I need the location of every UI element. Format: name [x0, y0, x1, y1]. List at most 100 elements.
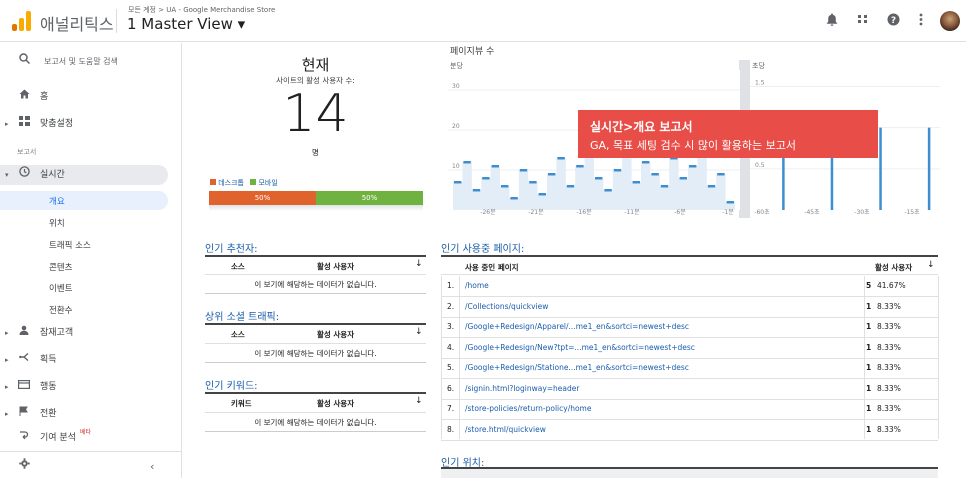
data-bar	[717, 173, 725, 176]
desktop-share-label: 50%	[254, 194, 271, 202]
flag-icon	[17, 404, 31, 424]
sidebar-item-locations[interactable]: 위치	[49, 217, 65, 229]
expand-arrow-icon: ▸	[5, 356, 9, 364]
x-tick-label: -11분	[624, 209, 640, 216]
active-user-count: 14	[282, 84, 349, 144]
callout-title: 실시간>개요 보고서	[590, 120, 693, 134]
col-header-active-users[interactable]: 활성 사용자	[317, 398, 354, 409]
sidebar-item-label: 획득	[40, 355, 57, 365]
mobile-legend-label: 모바일	[258, 179, 278, 187]
data-bar	[660, 185, 669, 188]
sidebar-search[interactable]: 보고서 및 도움말 검색	[0, 52, 182, 72]
sidebar-item-attribution[interactable]: 기여 분석 베타	[0, 428, 182, 448]
attribution-icon	[17, 428, 31, 448]
col-header-active-users[interactable]: 활성 사용자	[317, 329, 354, 340]
col-header-source[interactable]: 소스	[231, 261, 245, 272]
data-bar	[642, 161, 650, 164]
sidebar-item-acquisition[interactable]: ▸ 획득	[0, 350, 182, 370]
view-selector[interactable]: 1 Master View ▾	[127, 15, 245, 33]
data-bar	[927, 127, 931, 210]
page-link[interactable]: /store.html/quickview	[465, 420, 546, 440]
page-link[interactable]: /Google+Redesign/Apparel/...me1_en&sortc…	[465, 317, 689, 337]
x-tick-label: -1분	[722, 209, 734, 216]
expand-arrow-icon: ▸	[5, 329, 9, 337]
mobile-share-label: 50%	[361, 194, 378, 202]
col-header-source[interactable]: 소스	[231, 329, 245, 340]
data-bar	[632, 181, 640, 184]
home-icon	[17, 87, 31, 107]
social-empty: 이 보기에 해당하는 데이터가 없습니다.	[205, 343, 426, 363]
sidebar-active-highlight	[0, 191, 168, 210]
apps-icon[interactable]	[855, 13, 871, 29]
help-icon[interactable]: ?	[885, 13, 901, 29]
active-pages-table-header: 사용 중인 페이지 활성 사용자 ↓	[441, 255, 938, 275]
page-link[interactable]: /home	[465, 276, 489, 296]
beta-badge: 베타	[80, 429, 92, 436]
col-header-page[interactable]: 사용 중인 페이지	[465, 262, 519, 273]
page-link[interactable]: /signin.html?loginway=header	[465, 379, 579, 399]
device-legend: 데스크톱 모바일	[210, 178, 278, 188]
desktop-legend-swatch	[210, 179, 216, 185]
sidebar-item-conversions-rt[interactable]: 전환수	[49, 304, 72, 316]
col-header-keyword[interactable]: 키워드	[231, 398, 252, 409]
sidebar-item-realtime[interactable]: ▾ 실시간	[0, 165, 168, 185]
data-bar	[491, 165, 499, 168]
bell-icon[interactable]	[824, 13, 840, 29]
active-users-percent: 8.33%	[877, 342, 901, 352]
y-tick-label: 0.5	[755, 162, 765, 169]
x-tick-label: -15초	[904, 209, 920, 216]
active-users-percent: 8.33%	[877, 322, 901, 331]
expand-arrow-icon: ▸	[5, 383, 9, 391]
active-users-value: 1	[866, 383, 872, 393]
y-tick-label: 30	[452, 83, 460, 90]
row-index: 6.	[447, 383, 455, 393]
sidebar-item-traffic-sources[interactable]: 트래픽 소스	[49, 239, 91, 251]
col-header-active-users[interactable]: 활성 사용자	[875, 262, 912, 273]
locations-map[interactable]	[441, 469, 938, 478]
desktop-share-segment: 50%	[209, 191, 316, 205]
sidebar-item-home[interactable]: 홈	[0, 87, 182, 107]
section-label-reports: 보고서	[17, 148, 37, 156]
data-bar	[519, 169, 528, 172]
data-bar	[613, 169, 622, 172]
app-name[interactable]: 애널리틱스	[40, 11, 114, 35]
avatar[interactable]	[940, 11, 960, 31]
page-link[interactable]: /Google+Redesign/Statione...me1_en&sortc…	[465, 358, 689, 378]
sort-arrow-icon[interactable]: ↓	[415, 396, 423, 406]
gear-icon[interactable]	[17, 457, 31, 477]
page-link[interactable]: /Google+Redesign/New?tpt=...me1_en&sortc…	[465, 338, 695, 358]
sidebar-item-content[interactable]: 콘텐츠	[49, 261, 72, 273]
referrers-title: 인기 추천자:	[205, 244, 258, 255]
more-icon[interactable]	[913, 13, 929, 29]
page-link[interactable]: /store-policies/return-policy/home	[465, 399, 591, 419]
sidebar-item-events[interactable]: 이벤트	[49, 282, 72, 294]
expand-arrow-icon: ▸	[5, 410, 9, 418]
sort-arrow-icon[interactable]: ↓	[415, 327, 423, 337]
table-divider	[441, 276, 442, 439]
sort-arrow-icon[interactable]: ↓	[415, 259, 423, 269]
analytics-logo-icon[interactable]	[12, 11, 32, 31]
sidebar-item-conversions[interactable]: ▸ 전환	[0, 404, 182, 424]
clock-icon	[17, 165, 31, 185]
sidebar-item-behavior[interactable]: ▸ 행동	[0, 377, 182, 397]
active-users-value: 1	[866, 424, 872, 434]
sidebar-divider	[0, 451, 182, 452]
sidebar-item-custom[interactable]: ▸ 맞춤설정	[0, 114, 182, 134]
search-input[interactable]: 보고서 및 도움말 검색	[44, 52, 118, 72]
x-tick-label: -60초	[754, 209, 770, 216]
sidebar-item-overview[interactable]: 개요	[49, 195, 65, 207]
data-bar	[482, 177, 490, 180]
page-link[interactable]: /Collections/quickview	[465, 297, 548, 317]
sort-arrow-icon[interactable]: ↓	[927, 260, 935, 270]
account-breadcrumb[interactable]: 모든 계정 > UA - Google Merchandise Store	[128, 5, 275, 15]
search-icon	[17, 52, 31, 72]
desktop-legend-label: 데스크톱	[218, 179, 244, 187]
row-index: 7.	[447, 404, 455, 413]
data-bar	[454, 181, 462, 184]
collapse-sidebar-icon[interactable]: ‹	[150, 457, 154, 477]
sidebar-item-audience[interactable]: ▸ 잠재고객	[0, 323, 182, 343]
x-tick-label: -45초	[804, 209, 820, 216]
sidebar-item-label: 홈	[40, 92, 49, 102]
row-index: 5.	[447, 363, 455, 372]
col-header-active-users[interactable]: 활성 사용자	[317, 261, 354, 272]
